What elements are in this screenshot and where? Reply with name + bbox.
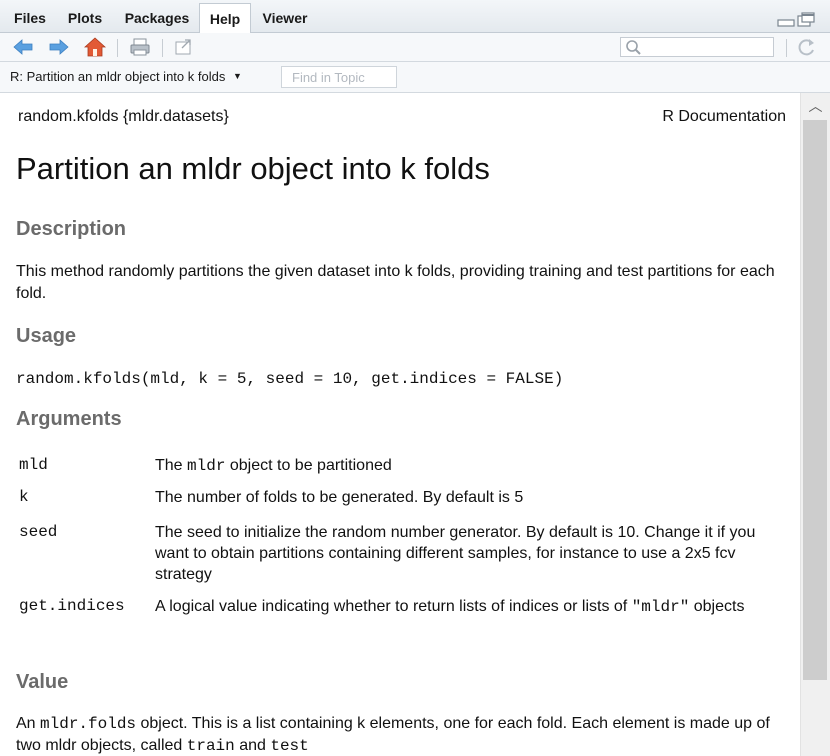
arg-name: seed bbox=[19, 523, 58, 541]
doc-package-label: random.kfolds {mldr.datasets} bbox=[18, 108, 229, 125]
find-in-topic-input[interactable] bbox=[281, 66, 397, 88]
value-text: An mldr.folds object. This is a list con… bbox=[16, 715, 770, 755]
arg-name: mld bbox=[19, 456, 48, 474]
tab-packages[interactable]: Packages bbox=[115, 4, 199, 33]
back-arrow-icon[interactable] bbox=[12, 37, 34, 57]
arg-name: k bbox=[19, 488, 29, 506]
vertical-scrollbar[interactable]: ︿ bbox=[800, 93, 830, 756]
tab-files[interactable]: Files bbox=[6, 4, 54, 33]
arg-name: get.indices bbox=[19, 597, 125, 615]
tab-help[interactable]: Help bbox=[199, 3, 251, 33]
value-heading: Value bbox=[16, 671, 69, 693]
usage-code: random.kfolds(mld, k = 5, seed = 10, get… bbox=[16, 370, 564, 388]
arguments-heading: Arguments bbox=[16, 408, 122, 430]
topic-label: R: Partition an mldr object into k folds bbox=[10, 69, 226, 84]
description-text: This method randomly partitions the give… bbox=[16, 263, 775, 302]
topic-bar: R: Partition an mldr object into k folds… bbox=[0, 62, 830, 93]
doc-source-label: R Documentation bbox=[662, 108, 786, 125]
pane-tab-bar: Files Plots Packages Help Viewer bbox=[0, 0, 830, 33]
toolbar-divider bbox=[786, 39, 787, 57]
chevron-down-icon: ▼ bbox=[232, 71, 242, 81]
scroll-up-arrow-icon[interactable]: ︿ bbox=[801, 93, 830, 119]
tab-plots[interactable]: Plots bbox=[56, 4, 114, 33]
arg-description: The number of folds to be generated. By … bbox=[155, 489, 524, 506]
toolbar-divider bbox=[117, 39, 118, 57]
tab-viewer[interactable]: Viewer bbox=[253, 4, 317, 33]
refresh-icon[interactable] bbox=[796, 37, 818, 57]
arg-description: A logical value indicating whether to re… bbox=[155, 598, 745, 616]
usage-heading: Usage bbox=[16, 325, 77, 347]
page-title: Partition an mldr object into k folds bbox=[16, 151, 490, 186]
popout-icon[interactable] bbox=[173, 37, 195, 57]
print-icon[interactable] bbox=[129, 37, 151, 57]
arg-description: The mldr object to be partitioned bbox=[155, 457, 392, 475]
maximize-icon[interactable] bbox=[797, 12, 815, 27]
forward-arrow-icon[interactable] bbox=[48, 37, 70, 57]
home-icon[interactable] bbox=[84, 37, 106, 57]
arg-description: The seed to initialize the random number… bbox=[155, 524, 756, 583]
description-heading: Description bbox=[16, 218, 127, 240]
help-search-input[interactable] bbox=[620, 37, 774, 57]
help-toolbar bbox=[0, 33, 830, 62]
search-icon bbox=[626, 40, 641, 55]
topic-dropdown[interactable]: R: Partition an mldr object into k folds… bbox=[10, 69, 242, 84]
doc-header: random.kfolds {mldr.datasets} R Document… bbox=[18, 108, 786, 126]
toolbar-divider bbox=[162, 39, 163, 57]
window-controls bbox=[776, 12, 816, 28]
minimize-icon[interactable] bbox=[776, 12, 816, 28]
scrollbar-thumb[interactable] bbox=[803, 120, 827, 680]
help-document: random.kfolds {mldr.datasets} R Document… bbox=[0, 93, 800, 756]
